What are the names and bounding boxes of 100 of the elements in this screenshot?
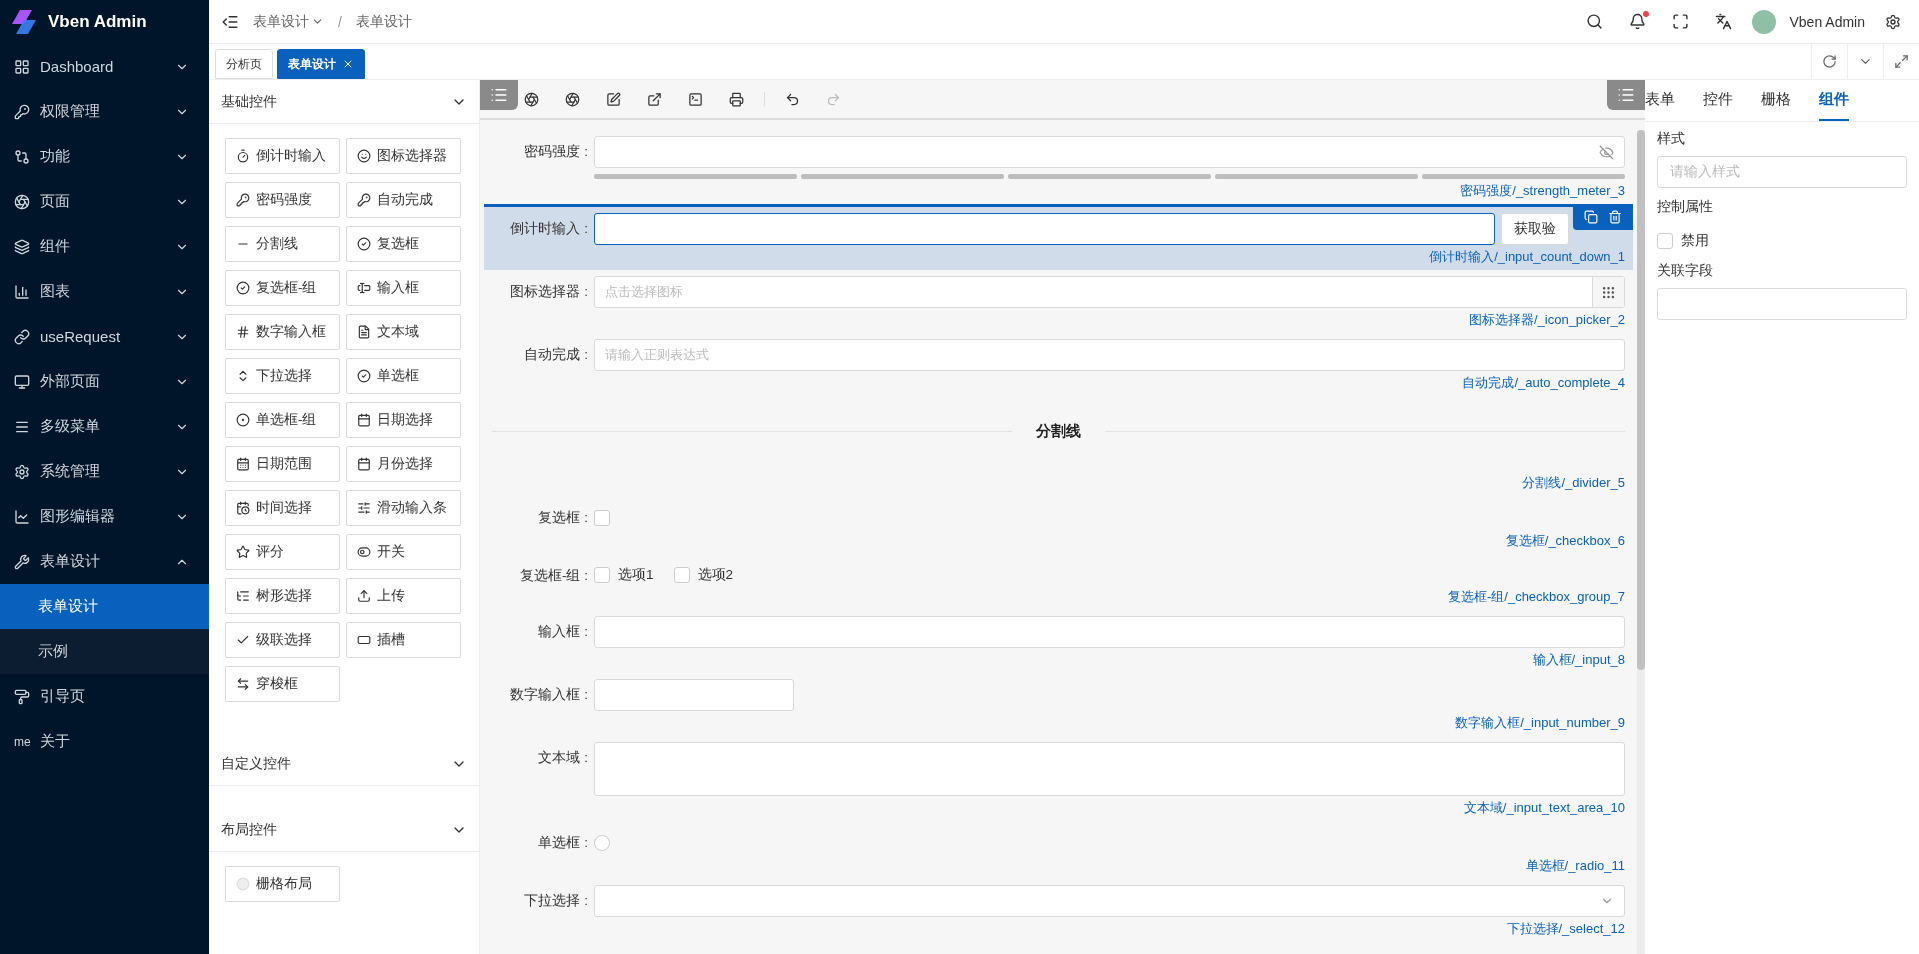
password-field[interactable] xyxy=(594,136,1625,168)
form-item[interactable]: 单选框 : 单选框/_radio_11 xyxy=(484,821,1633,879)
widget-button[interactable]: 自动完成 xyxy=(346,182,461,218)
form-item[interactable]: 分割线 分割线/_divider_5 xyxy=(484,396,1633,496)
panel-tab[interactable]: 表单 xyxy=(1645,80,1675,121)
widget-button[interactable]: 上传 xyxy=(346,578,461,614)
list-toggle-button[interactable] xyxy=(480,80,518,110)
grid-icon[interactable] xyxy=(1592,277,1624,307)
checkbox[interactable] xyxy=(673,567,690,583)
sidebar-subitem[interactable]: 示例 xyxy=(0,629,209,674)
form-item[interactable]: 自动完成 : 请输入正则表达式 自动完成/_auto_complete_4 xyxy=(484,333,1633,396)
number-field[interactable] xyxy=(594,679,794,711)
get-code-button[interactable]: 获取验 xyxy=(1501,213,1569,245)
option-label[interactable]: 禁用 xyxy=(1681,232,1709,250)
field-id: 输入框/_input_8 xyxy=(1531,651,1625,668)
widget-button[interactable]: 密码强度 xyxy=(225,182,340,218)
key-icon xyxy=(357,193,371,207)
list-toggle-button[interactable] xyxy=(1607,80,1645,110)
checkbox[interactable] xyxy=(594,567,610,583)
breadcrumb-item[interactable]: 表单设计 xyxy=(253,12,324,31)
field-label: 单选框 : xyxy=(537,834,588,852)
widget-button[interactable]: 栅格布局 xyxy=(225,866,340,902)
option-label[interactable]: 选项1 xyxy=(618,566,654,584)
sidebar-item[interactable]: 功能 xyxy=(0,134,209,179)
widget-button[interactable]: 复选框 xyxy=(346,226,461,262)
widget-button[interactable]: 单选框-组 xyxy=(225,402,340,438)
sidebar-item[interactable]: 图表 xyxy=(0,269,209,314)
checkbox[interactable] xyxy=(594,510,610,526)
close-icon[interactable] xyxy=(342,58,354,70)
sidebar-item[interactable]: 页面 xyxy=(0,179,209,224)
form-item[interactable]: 数字输入框 : 数字输入框/_input_number_9 xyxy=(484,673,1633,736)
panel-tab[interactable]: 控件 xyxy=(1703,80,1733,121)
input-field[interactable] xyxy=(594,213,1495,245)
checkbox[interactable] xyxy=(1657,233,1673,249)
widget-button[interactable]: 图标选择器 xyxy=(346,138,461,174)
widget-button[interactable]: 日期选择 xyxy=(346,402,461,438)
timer-icon xyxy=(236,149,250,163)
widget-button[interactable]: 开关 xyxy=(346,534,461,570)
widget-button[interactable]: 复选框-组 xyxy=(225,270,340,306)
sidebar-item[interactable]: me 关于 xyxy=(0,719,209,764)
panel-tab[interactable]: 组件 xyxy=(1819,80,1849,121)
widget-button[interactable]: 时间选择 xyxy=(225,490,340,526)
widget-button[interactable]: 倒计时输入 xyxy=(225,138,340,174)
form-item[interactable]: 下拉选择 : 下拉选择/_select_12 xyxy=(484,879,1633,942)
form-item[interactable]: 文本域 : 文本域/_input_text_area_10 xyxy=(484,736,1633,821)
sidebar-item[interactable]: 外部页面 xyxy=(0,359,209,404)
field-label: 复选框-组 : xyxy=(519,567,588,585)
section-header[interactable]: 基础控件 xyxy=(209,80,479,124)
radio-button[interactable] xyxy=(594,835,610,851)
widget-button[interactable]: 下拉选择 xyxy=(225,358,340,394)
widget-button[interactable]: 日期范围 xyxy=(225,446,340,482)
widget-button[interactable]: 输入框 xyxy=(346,270,461,306)
sidebar-item[interactable]: Dashboard xyxy=(0,44,209,89)
sidebar-item[interactable]: 组件 xyxy=(0,224,209,269)
check-circle-icon xyxy=(357,237,371,251)
sidebar-item[interactable]: 表单设计 xyxy=(0,539,209,584)
panel-tab[interactable]: 栅格 xyxy=(1761,80,1791,121)
smile-icon xyxy=(357,149,371,163)
sidebar-item[interactable]: 引导页 xyxy=(0,674,209,719)
widget-button[interactable]: 文本域 xyxy=(346,314,461,350)
user-name[interactable]: Vben Admin xyxy=(1789,13,1865,30)
check-circle-icon xyxy=(236,281,250,295)
widget-button[interactable]: 数字输入框 xyxy=(225,314,340,350)
breadcrumb-item[interactable]: 表单设计 xyxy=(355,12,412,31)
scrollbar[interactable] xyxy=(1637,130,1645,670)
sidebar-item[interactable]: useRequest xyxy=(0,314,209,359)
widget-button[interactable]: 评分 xyxy=(225,534,340,570)
page-tab[interactable]: 表单设计 xyxy=(277,49,365,79)
widget-button[interactable]: 月份选择 xyxy=(346,446,461,482)
form-item[interactable]: 复选框-组 : 选项1 选项2 复选框-组/_checkbox_group_7 xyxy=(484,554,1633,610)
sidebar-item[interactable]: 多级菜单 xyxy=(0,404,209,449)
field-id: 复选框/_checkbox_6 xyxy=(1504,532,1625,549)
form-item[interactable]: 密码强度 : 密码强度/_strength_meter_3 xyxy=(484,130,1633,204)
sidebar-subitem[interactable]: 表单设计 xyxy=(0,584,209,629)
widget-button[interactable]: 穿梭框 xyxy=(225,666,340,702)
property-label: 样式 xyxy=(1657,130,1686,148)
widget-button[interactable]: 树形选择 xyxy=(225,578,340,614)
textarea-field[interactable] xyxy=(594,742,1625,796)
form-item[interactable]: 输入框 : 输入框/_input_8 xyxy=(484,610,1633,673)
field-id: 分割线/_divider_5 xyxy=(1521,474,1625,491)
page-tab[interactable]: 分析页 xyxy=(215,49,273,79)
form-item[interactable]: 倒计时输入 : 获取验 倒计时输入/_input_count_down_1 xyxy=(484,204,1633,270)
select-field[interactable] xyxy=(594,885,1625,917)
sidebar-item[interactable]: 系统管理 xyxy=(0,449,209,494)
field-id: 倒计时输入/_input_count_down_1 xyxy=(1428,248,1625,265)
eye-off-icon[interactable] xyxy=(1599,144,1614,160)
widget-button[interactable]: 级联选择 xyxy=(225,622,340,658)
section-header[interactable]: 布局控件 xyxy=(209,808,479,852)
sidebar-item[interactable]: 图形编辑器 xyxy=(0,494,209,539)
widget-button[interactable]: 滑动输入条 xyxy=(346,490,461,526)
section-header[interactable]: 自定义控件 xyxy=(209,742,479,786)
avatar[interactable] xyxy=(1751,9,1776,34)
sidebar-item[interactable]: 权限管理 xyxy=(0,89,209,134)
form-item[interactable]: 图标选择器 : 点击选择图标 图标选择器/_icon_picker_2 xyxy=(484,270,1633,333)
app-name: Vben Admin xyxy=(48,12,147,32)
form-item[interactable]: 复选框 : 复选框/_checkbox_6 xyxy=(484,496,1633,554)
widget-button[interactable]: 插槽 xyxy=(346,622,461,658)
option-label[interactable]: 选项2 xyxy=(697,566,734,584)
widget-button[interactable]: 分割线 xyxy=(225,226,340,262)
widget-button[interactable]: 单选框 xyxy=(346,358,461,394)
